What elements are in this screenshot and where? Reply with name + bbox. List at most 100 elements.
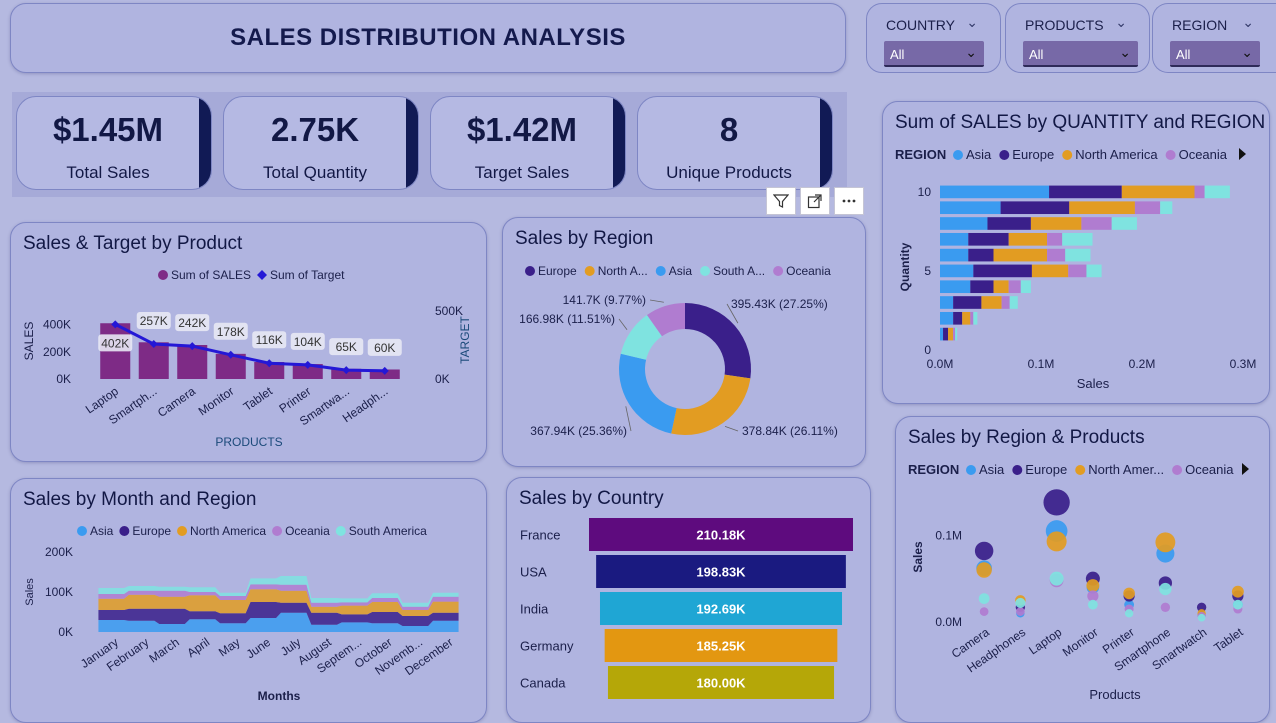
y-tick-label: 400K <box>43 318 71 332</box>
chevron-down-icon[interactable]: ⌄ <box>1115 14 1127 31</box>
sales-bar <box>177 345 208 379</box>
stacked-bar-segment <box>943 327 949 341</box>
x-tick-label: June <box>244 635 274 662</box>
scatter-point <box>1231 585 1244 598</box>
y-tick-label: 0 <box>924 343 931 357</box>
stacked-bar-segment <box>953 327 956 341</box>
stacked-bar-segment <box>987 217 1031 230</box>
category-label: USA <box>520 565 547 580</box>
scatter-point <box>974 541 994 561</box>
data-label: 104K <box>294 335 322 349</box>
y-tick-label: 0K <box>56 372 71 386</box>
focus-mode-icon[interactable] <box>800 187 830 215</box>
stacked-bar-segment <box>1081 217 1112 230</box>
stacked-bar-segment <box>1134 201 1161 215</box>
scatter-point <box>1232 599 1243 610</box>
legend-label: Europe <box>538 264 577 278</box>
stacked-bar-segment <box>1008 232 1048 246</box>
region-dropdown[interactable]: All ⌄ <box>1170 41 1260 67</box>
x-tick-label: 0.0M <box>927 357 954 371</box>
stacked-bar-segment <box>981 296 1002 309</box>
stacked-bar-segment <box>940 327 944 341</box>
legend-label: Oceania <box>285 524 330 538</box>
country-dropdown[interactable]: All ⌄ <box>884 41 984 67</box>
legend-scroll-icon <box>1242 463 1249 475</box>
data-label: 402K <box>101 336 129 350</box>
kpi-card-total-quantity: 2.75K Total Quantity <box>223 96 419 190</box>
legend-label: South America <box>349 524 427 538</box>
data-label: 60K <box>374 341 395 355</box>
y-tick-label: 5 <box>924 264 931 278</box>
legend-marker <box>272 526 283 536</box>
stacked-bar-segment <box>1047 248 1066 262</box>
legend-title: REGION <box>908 462 959 477</box>
x-tick-label: 0.3M <box>1230 357 1257 371</box>
stacked-bar-segment <box>940 296 954 309</box>
legend-marker <box>773 266 784 276</box>
stacked-bar-segment <box>968 248 994 262</box>
data-label: 198.83K <box>696 565 746 580</box>
more-options-icon[interactable] <box>834 187 864 215</box>
kpi-label: Total Quantity <box>263 163 367 182</box>
stacked-bar-segment <box>940 217 988 230</box>
data-label: 257K <box>140 314 168 328</box>
legend-marker <box>119 526 130 536</box>
y-tick-label: 10 <box>918 185 932 199</box>
data-label: 367.94K (25.36%) <box>530 424 627 438</box>
region-slicer[interactable]: REGION ⌄ All ⌄ <box>1152 3 1276 73</box>
data-label: 185.25K <box>696 639 746 654</box>
country-dropdown-value: All <box>890 47 905 62</box>
kpi-value: $1.45M <box>52 111 164 148</box>
legend-marker <box>584 266 595 276</box>
legend-marker <box>1062 150 1073 160</box>
filter-icon[interactable] <box>766 187 796 215</box>
stacked-bar-segment <box>1020 280 1031 294</box>
stacked-bar-segment <box>940 248 969 262</box>
qty-region-chart: REGION Asia Europe North America Oceania 0.0M… <box>895 147 1257 391</box>
chevron-down-icon[interactable]: ⌄ <box>1242 14 1254 31</box>
stacked-bar-segment <box>1009 296 1018 309</box>
legend-label: North America <box>190 524 266 538</box>
kpi-label: Unique Products <box>666 163 792 182</box>
y-tick-label: 0K <box>58 625 73 639</box>
stacked-bar-segment <box>1194 185 1205 199</box>
x-axis-label: PRODUCTS <box>215 435 282 449</box>
legend-marker <box>1172 465 1183 475</box>
legend-marker <box>525 266 535 276</box>
y2-axis-label: TARGET <box>458 315 472 363</box>
y-axis-label: Quantity <box>898 242 912 291</box>
stacked-bar-segment <box>1047 232 1063 246</box>
x-tick-label: March <box>146 635 181 666</box>
stacked-bar-segment <box>948 327 954 341</box>
stacked-bar-segment <box>940 232 969 246</box>
legend-marker <box>953 150 963 160</box>
sales-country-chart: France 210.18K USA 198.83K India 192.69K Germa… <box>520 518 853 699</box>
region-dropdown-value: All <box>1176 47 1191 62</box>
data-label: 180.00K <box>696 676 746 691</box>
products-dropdown[interactable]: All ⌄ <box>1023 41 1138 67</box>
scatter-point <box>1015 597 1026 608</box>
products-slicer[interactable]: PRODUCTS ⌄ All ⌄ <box>1005 3 1150 73</box>
data-label: 141.7K (9.77%) <box>563 293 646 307</box>
data-label: 116K <box>256 333 283 347</box>
scatter-point <box>1160 602 1171 612</box>
stacked-bar-segment <box>1069 201 1135 215</box>
stacked-bar-segment <box>1086 264 1102 278</box>
legend-marker <box>257 270 267 280</box>
chevron-down-icon[interactable]: ⌄ <box>966 14 978 31</box>
data-label: 178K <box>217 325 245 339</box>
chevron-down-icon: ⌄ <box>1241 44 1253 60</box>
products-slicer-label: PRODUCTS <box>1025 17 1104 33</box>
legend-marker <box>1075 465 1086 475</box>
category-label: India <box>520 602 549 617</box>
stacked-bar-segment <box>973 264 1032 278</box>
country-slicer[interactable]: COUNTRY ⌄ All ⌄ <box>866 3 1001 73</box>
stacked-bar-segment <box>1121 185 1195 199</box>
legend-marker <box>158 270 168 280</box>
x-tick-label: Monitor <box>1060 625 1101 659</box>
kpi-card-unique-products: 8 Unique Products <box>637 96 833 190</box>
sales-region-chart: Europe North A... Asia South A... Oceania 395… <box>519 264 838 438</box>
x-tick-label: Tablet <box>1211 625 1246 655</box>
x-axis-label: Products <box>1089 687 1141 702</box>
scatter-point <box>1155 532 1176 553</box>
